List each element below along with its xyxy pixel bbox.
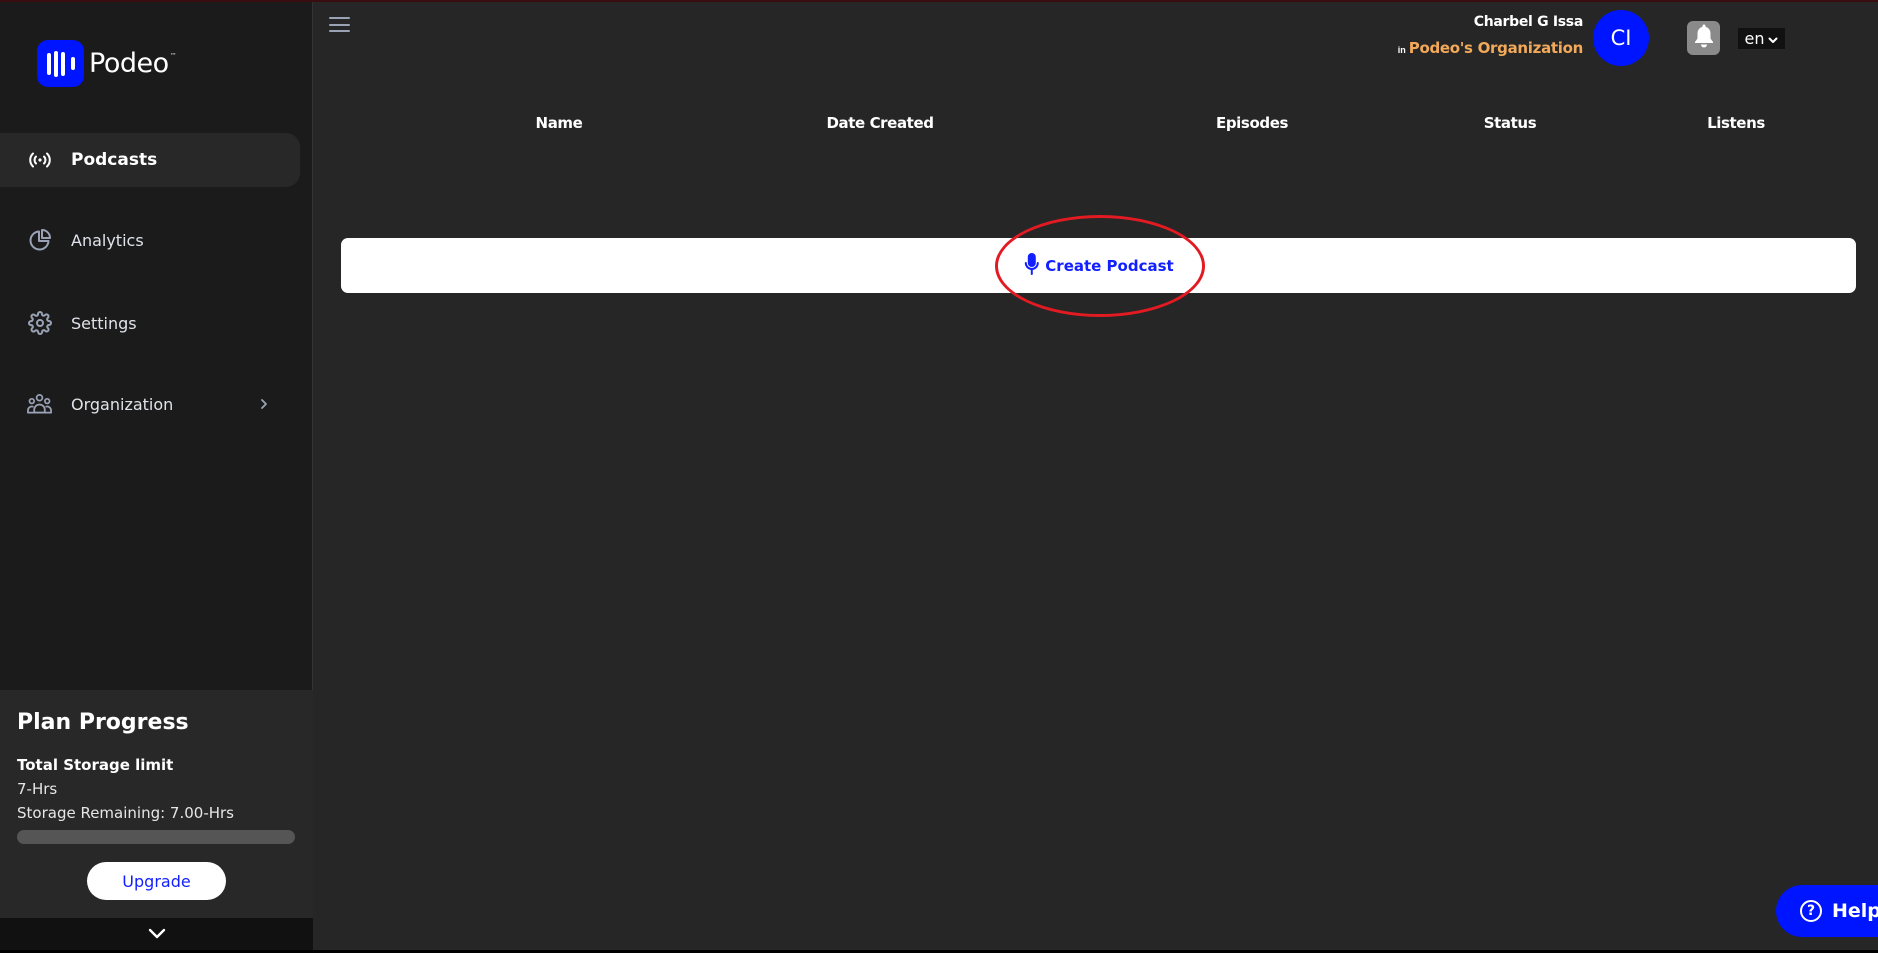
sidebar-item-analytics[interactable]: Analytics	[0, 213, 300, 267]
upgrade-button[interactable]: Upgrade	[87, 862, 226, 900]
storage-remaining: Storage Remaining: 7.00-Hrs	[17, 804, 235, 822]
broadcast-icon	[27, 148, 52, 173]
language-select[interactable]: en	[1738, 28, 1785, 49]
chevron-right-icon	[258, 398, 270, 410]
bell-icon	[1694, 24, 1714, 53]
help-label: Help	[1832, 900, 1878, 922]
gear-icon	[27, 311, 52, 336]
user-name: Charbel G Issa	[1473, 14, 1584, 30]
plan-progress-panel: Plan Progress Total Storage limit 7-Hrs …	[0, 690, 313, 918]
sidebar-item-label: Analytics	[71, 230, 144, 250]
sidebar-item-label: Organization	[71, 394, 174, 414]
chevron-down-icon	[148, 926, 166, 944]
avatar[interactable]: CI	[1593, 10, 1649, 66]
in-label: in	[1397, 45, 1406, 55]
hamburger-icon-line	[329, 23, 350, 26]
microphone-icon	[1023, 252, 1039, 279]
plan-title: Plan Progress	[17, 710, 189, 735]
sidebar-item-settings[interactable]: Settings	[0, 296, 300, 350]
sidebar-item-label: Settings	[71, 313, 137, 333]
column-header-status[interactable]: Status	[1484, 114, 1537, 132]
user-info: Charbel G Issa in Podeo's Organization	[1397, 14, 1584, 57]
storage-limit-value: 7-Hrs	[17, 780, 58, 798]
language-value: en	[1744, 29, 1765, 48]
question-circle-icon: ?	[1800, 900, 1822, 922]
podeo-logo[interactable]: Podeo™	[37, 40, 177, 87]
create-podcast-label: Create Podcast	[1045, 256, 1174, 275]
sidebar-collapse-toggle[interactable]	[0, 918, 313, 952]
organization-name[interactable]: Podeo's Organization	[1409, 39, 1584, 57]
sidebar-item-podcasts[interactable]: Podcasts	[0, 133, 300, 187]
notifications-button[interactable]	[1687, 21, 1720, 55]
column-header-listens[interactable]: Listens	[1707, 114, 1765, 132]
chevron-down-icon	[1768, 29, 1778, 48]
column-header-name[interactable]: Name	[536, 114, 583, 132]
create-podcast-row: Create Podcast	[341, 238, 1856, 293]
logo-text: Podeo™	[89, 48, 177, 79]
sidebar-item-organization[interactable]: Organization	[0, 377, 300, 431]
sidebar: Podeo™ Podcasts Analytics Settings Organ…	[0, 2, 313, 952]
create-podcast-button[interactable]: Create Podcast	[1023, 252, 1174, 279]
logo-waveform-icon	[37, 40, 84, 87]
hamburger-icon-line	[329, 30, 350, 32]
users-icon	[27, 392, 52, 417]
help-button[interactable]: ? Help	[1776, 885, 1878, 937]
user-org-line: in Podeo's Organization	[1397, 39, 1584, 57]
pie-chart-icon	[27, 228, 52, 253]
storage-limit-label: Total Storage limit	[17, 756, 174, 774]
hamburger-icon-line	[329, 17, 350, 19]
column-header-date-created[interactable]: Date Created	[826, 114, 934, 132]
sidebar-item-label: Podcasts	[71, 150, 158, 170]
storage-progress-bar	[17, 830, 295, 844]
hamburger-menu-button[interactable]	[329, 17, 350, 32]
column-header-episodes[interactable]: Episodes	[1216, 114, 1288, 132]
